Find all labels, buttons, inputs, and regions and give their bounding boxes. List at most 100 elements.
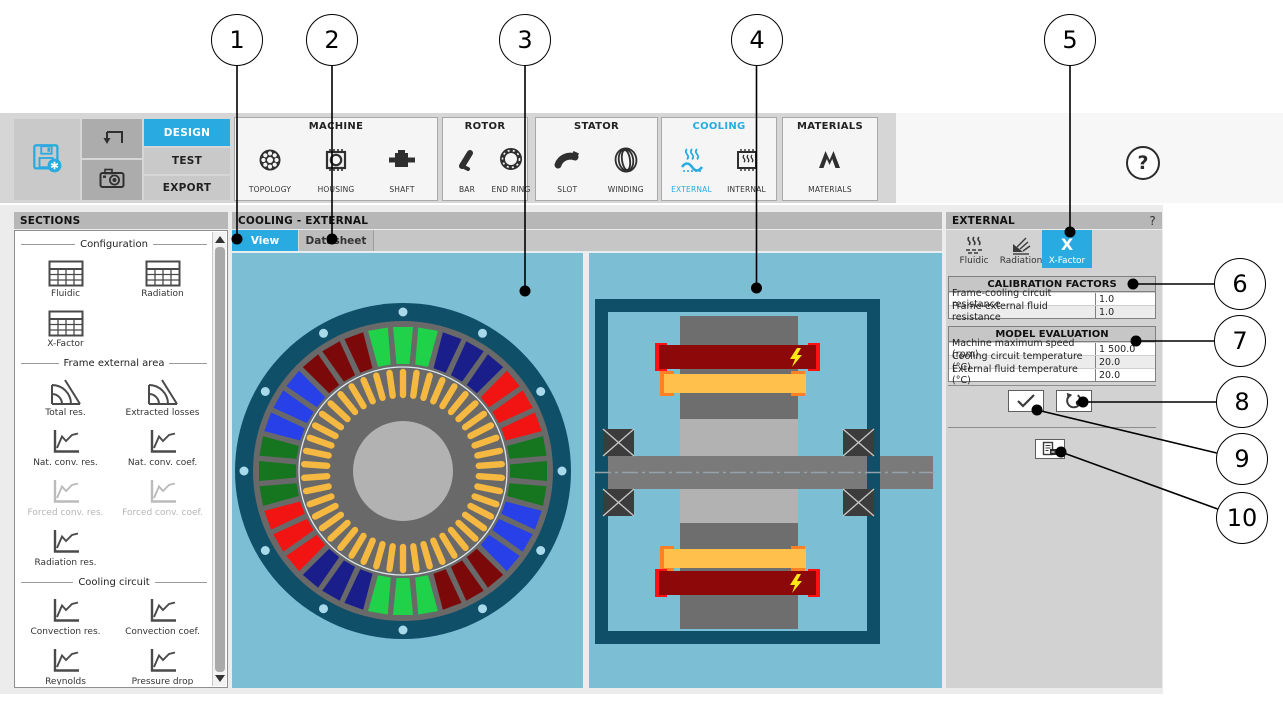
arc-icon (49, 376, 83, 406)
table-icon (145, 257, 181, 287)
external-panel: Fluidic Radiation X X-Factor CALIBRATION… (946, 230, 1162, 688)
chart-icon (50, 645, 82, 675)
table-icon (48, 307, 84, 337)
tab-view[interactable]: View (232, 230, 298, 251)
external-tab-radiation[interactable]: Radiation (1000, 230, 1042, 268)
sections-scrollbar[interactable] (212, 232, 226, 686)
main-panel-header: COOLING - EXTERNAL (232, 212, 942, 229)
chart-icon (147, 426, 179, 456)
end-ring-icon (497, 135, 525, 185)
scroll-up-icon[interactable] (215, 236, 225, 243)
toolbar-item-label: SLOT (557, 185, 578, 194)
radiation-icon (1010, 233, 1032, 256)
toolbar-item-label: HOUSING (317, 185, 355, 194)
toolbar-strip-right (896, 113, 1283, 203)
bar-icon (455, 135, 479, 185)
table-row: External fluid temperature (°C) 20.0 (949, 364, 1155, 386)
callout-9: 9 (1216, 433, 1268, 485)
toolbar-item-label: TOPOLOGY (248, 185, 292, 194)
callout-10: 10 (1216, 492, 1268, 544)
arc-icon (146, 376, 180, 406)
toolbar-item-internal[interactable]: INTERNAL (725, 135, 769, 196)
section-item-pressure-drop[interactable]: Pressure drop (114, 640, 211, 685)
scroll-down-icon[interactable] (215, 675, 225, 682)
group-title: MATERIALS (796, 121, 863, 132)
callout-5: 5 (1044, 14, 1096, 66)
undo-button[interactable] (82, 119, 142, 158)
check-icon (1017, 394, 1035, 408)
help-question-mark: ? (1137, 152, 1149, 174)
section-group-title-frame-external: Frame external area (21, 358, 207, 369)
external-help-icon[interactable]: ? (1149, 214, 1156, 228)
external-tab-x-factor[interactable]: X X-Factor (1042, 230, 1092, 268)
toolbar-item-housing[interactable]: HOUSING (314, 135, 358, 196)
section-item-radiation-res[interactable]: Radiation res. (17, 521, 114, 571)
tab-datasheet[interactable]: Datasheet (298, 230, 374, 251)
mode-tab-design[interactable]: DESIGN (144, 119, 230, 146)
section-item-nat-conv-coef[interactable]: Nat. conv. coef. (114, 421, 211, 471)
main-panel-title: COOLING - EXTERNAL (238, 214, 369, 227)
toolbar-item-materials[interactable]: MATERIALS (808, 135, 852, 196)
chart-icon (50, 526, 82, 556)
section-item-fluidic[interactable]: Fluidic (17, 252, 114, 302)
calibration-factors-table: CALIBRATION FACTORS Frame-cooling circui… (948, 276, 1156, 323)
value-field[interactable]: 20.0 (1095, 369, 1155, 381)
toolbar-item-label: INTERNAL (727, 185, 766, 194)
materials-icon (815, 135, 845, 185)
topology-icon (255, 135, 285, 185)
restore-icon (1066, 392, 1082, 409)
value-field[interactable]: 1.0 (1095, 293, 1155, 305)
section-item-x-factor[interactable]: X-Factor (17, 302, 114, 352)
motor-longitudinal-section (595, 299, 939, 644)
callout-2: 2 (306, 14, 358, 66)
external-cooling-icon (678, 135, 706, 185)
toolbar-item-end-ring[interactable]: END RING (489, 135, 533, 196)
fluidic-icon (963, 233, 985, 256)
toolbar-item-label: END RING (491, 185, 531, 194)
section-item-reynolds[interactable]: Reynolds (17, 640, 114, 685)
x-factor-icon: X (1060, 235, 1074, 254)
scrollbar-thumb[interactable] (214, 247, 225, 672)
toolbar-item-winding[interactable]: WINDING (604, 135, 648, 196)
toolbar-item-label: BAR (458, 185, 476, 194)
toolbar-item-label: SHAFT (389, 185, 415, 194)
radial-view-panel (232, 252, 583, 688)
help-button[interactable]: ? (1126, 146, 1160, 180)
group-title: ROTOR (464, 121, 506, 132)
external-panel-header: EXTERNAL ? (946, 212, 1162, 229)
value-field[interactable]: 1.0 (1095, 306, 1155, 318)
section-item-convection-res[interactable]: Convection res. (17, 590, 114, 640)
chart-icon (147, 645, 179, 675)
export-report-button[interactable] (1035, 439, 1065, 459)
chart-icon (147, 476, 179, 506)
toolbar-item-bar[interactable]: BAR (445, 135, 489, 196)
section-item-extracted-losses[interactable]: Extracted losses (114, 371, 211, 421)
section-item-total-res[interactable]: Total res. (17, 371, 114, 421)
section-item-convection-coef[interactable]: Convection coef. (114, 590, 211, 640)
apply-button[interactable] (1008, 390, 1044, 412)
reset-button[interactable] (1056, 390, 1092, 412)
save-button[interactable] (14, 119, 80, 200)
value-field[interactable]: 20.0 (1095, 356, 1155, 368)
motor-cross-section (235, 303, 571, 639)
toolbar-item-shaft[interactable]: SHAFT (380, 135, 424, 196)
screenshot-button[interactable] (82, 160, 142, 200)
external-tab-fluidic[interactable]: Fluidic (948, 230, 1000, 268)
slot-icon (553, 135, 581, 185)
mode-tab-export[interactable]: EXPORT (144, 176, 230, 200)
callout-8: 8 (1216, 376, 1268, 428)
toolbar-item-label: EXTERNAL (671, 185, 712, 194)
group-title: MACHINE (308, 121, 364, 132)
toolbar-item-topology[interactable]: TOPOLOGY (248, 135, 292, 196)
group-title: STATOR (573, 121, 620, 132)
section-item-nat-conv-res[interactable]: Nat. conv. res. (17, 421, 114, 471)
chart-icon (50, 595, 82, 625)
section-item-radiation[interactable]: Radiation (114, 252, 211, 302)
table-icon (48, 257, 84, 287)
toolbar-item-external[interactable]: EXTERNAL (670, 135, 714, 196)
mode-tab-test[interactable]: TEST (144, 148, 230, 174)
callout-6: 6 (1214, 258, 1266, 310)
toolbar-item-slot[interactable]: SLOT (545, 135, 589, 196)
value-field[interactable]: 1 500.0 (1095, 343, 1155, 355)
external-panel-title: EXTERNAL (952, 214, 1015, 227)
